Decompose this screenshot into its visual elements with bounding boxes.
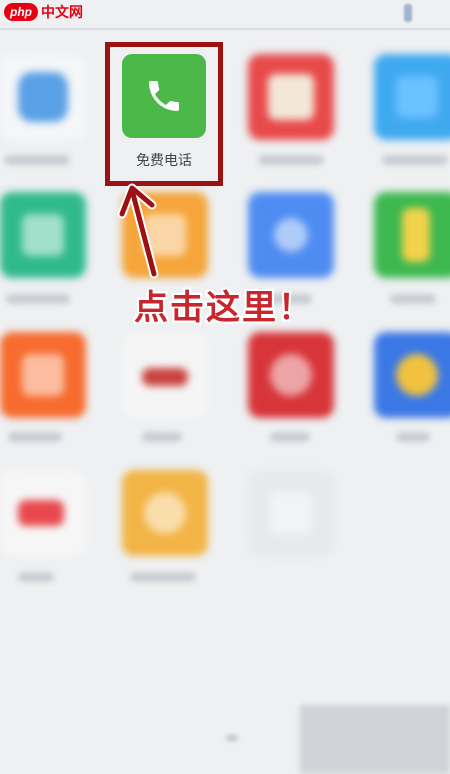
callout-text: 点击这里！ bbox=[134, 288, 314, 328]
home-indicator bbox=[226, 735, 238, 741]
blurred-region bbox=[300, 705, 450, 774]
pointer-arrow-icon bbox=[117, 183, 159, 279]
